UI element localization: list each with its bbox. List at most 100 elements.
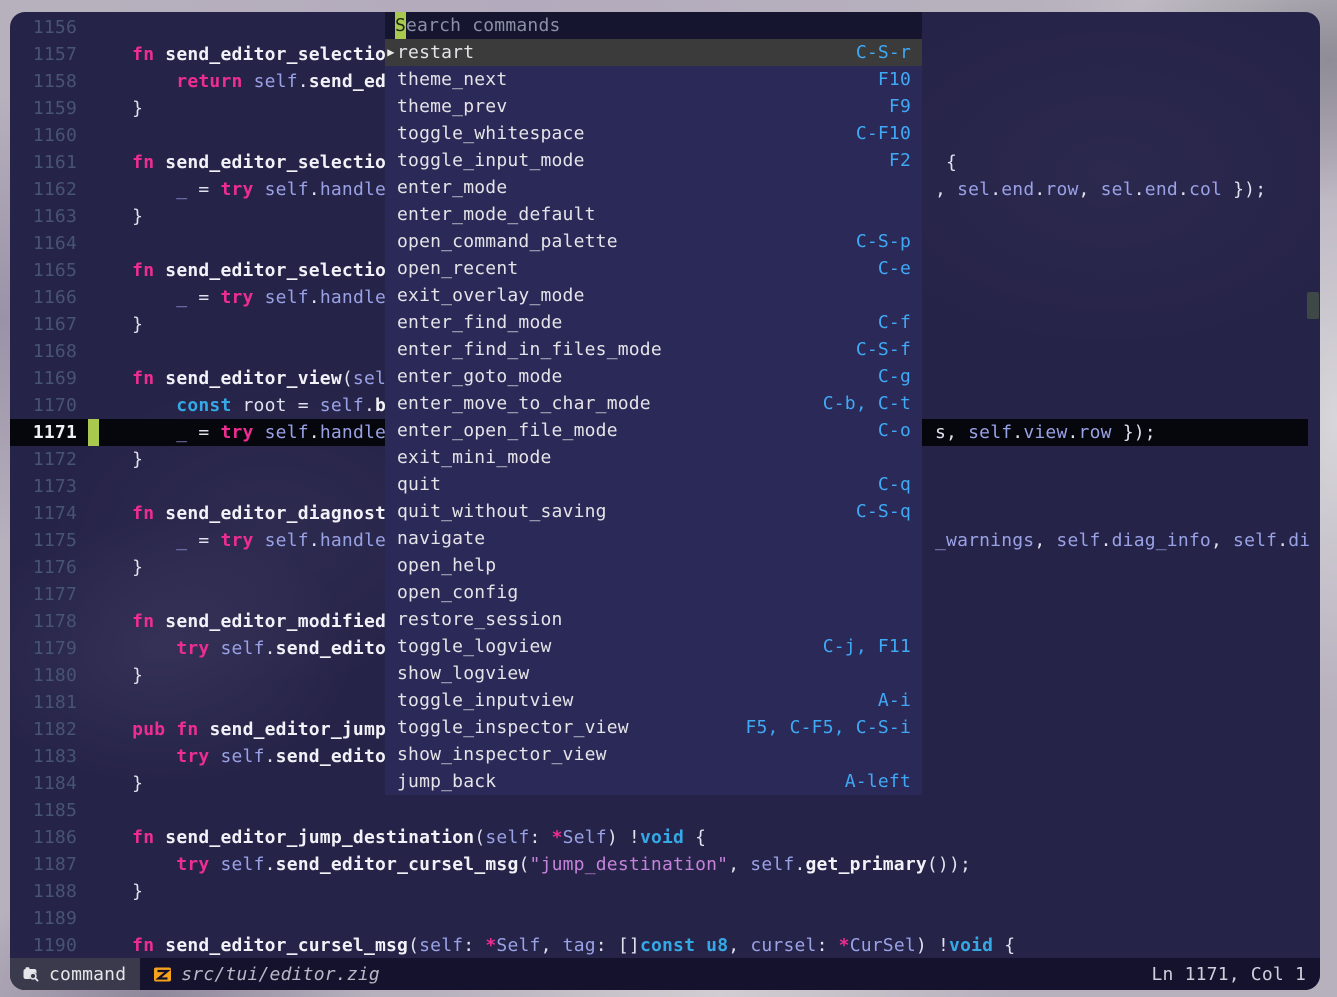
command-shortcut: C-j, F11 <box>823 633 911 660</box>
command-item[interactable]: quit_without_savingC-S-q <box>385 498 922 525</box>
code-line[interactable]: 1186 fn send_editor_jump_destination(sel… <box>10 824 1308 851</box>
code-text: fn send_editor_jump_destination(self: *S… <box>88 824 706 851</box>
command-item[interactable]: show_inspector_view <box>385 741 922 768</box>
code-token <box>88 935 132 956</box>
command-item[interactable]: enter_find_in_files_modeC-S-f <box>385 336 922 363</box>
code-token: try <box>220 530 253 551</box>
code-text: fn send_editor_diagnost <box>88 500 386 527</box>
command-item[interactable]: exit_overlay_mode <box>385 282 922 309</box>
command-item[interactable]: toggle_inspector_viewF5, C-F5, C-S-i <box>385 714 922 741</box>
code-token: sel <box>353 368 386 389</box>
code-token <box>209 638 220 659</box>
command-item[interactable]: toggle_whitespaceC-F10 <box>385 120 922 147</box>
code-token <box>88 152 132 173</box>
code-token: _ <box>176 179 187 200</box>
code-token: tag <box>563 935 596 956</box>
code-token: send_editor_selectio <box>165 152 386 173</box>
command-item[interactable]: enter_move_to_char_modeC-b, C-t <box>385 390 922 417</box>
code-line[interactable]: 1185 <box>10 797 1308 824</box>
command-label: theme_prev <box>397 93 507 120</box>
line-number: 1167 <box>10 311 77 338</box>
command-item[interactable]: enter_find_modeC-f <box>385 309 922 336</box>
command-item[interactable]: enter_goto_mode C-g <box>385 363 922 390</box>
code-token: ( <box>342 368 353 389</box>
code-token: , <box>728 854 750 875</box>
code-token: self <box>265 422 309 443</box>
command-item[interactable]: theme_nextF10 <box>385 66 922 93</box>
command-item[interactable]: restore_session <box>385 606 922 633</box>
command-item[interactable]: navigate <box>385 525 922 552</box>
code-text: fn send_editor_cursel_msg(self: *Self, t… <box>88 932 1015 959</box>
command-label: toggle_inputview <box>397 687 574 714</box>
command-item[interactable]: show_logview <box>385 660 922 687</box>
code-token: self <box>419 935 463 956</box>
code-token: . <box>794 854 805 875</box>
code-token: diag_info <box>1112 530 1211 551</box>
line-number: 1163 <box>10 203 77 230</box>
code-token: ()); <box>927 854 971 875</box>
zig-logo-icon <box>153 965 172 984</box>
command-label: enter_mode <box>397 174 507 201</box>
code-token: } <box>88 206 143 227</box>
command-label: open_config <box>397 579 518 606</box>
command-item[interactable]: quitC-q <box>385 471 922 498</box>
code-text: _ = try self.handle <box>88 284 386 311</box>
code-token: { <box>993 935 1015 956</box>
command-label: toggle_input_mode <box>397 147 585 174</box>
command-item[interactable]: enter_open_file_modeC-o <box>385 417 922 444</box>
command-item[interactable]: jump_backA-left <box>385 768 922 795</box>
command-item[interactable]: open_recentC-e <box>385 255 922 282</box>
command-item[interactable]: open_help <box>385 552 922 579</box>
code-text: fn send_editor_modified <box>88 608 386 635</box>
cursor-position: Ln 1171, Col 1 <box>1151 964 1320 985</box>
command-label: enter_find_in_files_mode <box>397 336 662 363</box>
code-token: const <box>640 935 695 956</box>
code-token: pub <box>132 719 165 740</box>
code-line[interactable]: 1190 fn send_editor_cursel_msg(self: *Se… <box>10 932 1308 959</box>
command-item[interactable]: toggle_input_modeF2 <box>385 147 922 174</box>
scrollbar-thumb[interactable] <box>1307 292 1319 319</box>
line-number: 1159 <box>10 95 77 122</box>
line-number: 1162 <box>10 176 77 203</box>
command-shortcut: C-g <box>878 363 911 390</box>
command-item[interactable]: open_command_paletteC-S-p <box>385 228 922 255</box>
command-item[interactable]: exit_mini_mode <box>385 444 922 471</box>
code-token <box>154 368 165 389</box>
code-token: } <box>88 773 143 794</box>
code-token: } <box>88 314 143 335</box>
code-token <box>88 827 132 848</box>
code-text: try self.send_edito <box>88 635 386 662</box>
command-item[interactable]: theme_prevF9 <box>385 93 922 120</box>
code-token <box>198 719 209 740</box>
line-number: 1187 <box>10 851 77 878</box>
code-token: try <box>220 422 253 443</box>
code-token: = <box>187 287 220 308</box>
command-label: toggle_logview <box>397 633 552 660</box>
command-search-input[interactable]: S earch commands <box>385 12 922 39</box>
code-line[interactable]: 1187 try self.send_editor_cursel_msg("ju… <box>10 851 1308 878</box>
command-item[interactable]: toggle_logview C-j, F11 <box>385 633 922 660</box>
code-token <box>88 611 132 632</box>
command-item[interactable]: open_config <box>385 579 922 606</box>
mode-indicator[interactable]: command <box>10 958 140 990</box>
code-token: . <box>1067 422 1078 443</box>
code-token: self <box>968 422 1012 443</box>
command-label: enter_goto_mode <box>397 363 563 390</box>
code-token: di <box>1288 530 1310 551</box>
code-line[interactable]: 1188 } <box>10 878 1308 905</box>
code-token <box>88 530 176 551</box>
code-token: ( <box>518 854 529 875</box>
command-item[interactable]: enter_mode <box>385 174 922 201</box>
code-token: handle <box>320 287 386 308</box>
command-item[interactable]: enter_mode_default <box>385 201 922 228</box>
code-token: }); <box>1222 179 1266 200</box>
command-item[interactable]: ▶restartC-S-r <box>385 39 922 66</box>
code-token: * <box>839 935 850 956</box>
code-token: = <box>187 179 220 200</box>
code-token: , <box>1034 530 1056 551</box>
line-number: 1180 <box>10 662 77 689</box>
code-line[interactable]: 1189 <box>10 905 1308 932</box>
command-item[interactable]: toggle_inputviewA-i <box>385 687 922 714</box>
code-token <box>88 503 132 524</box>
code-token: self <box>485 827 529 848</box>
